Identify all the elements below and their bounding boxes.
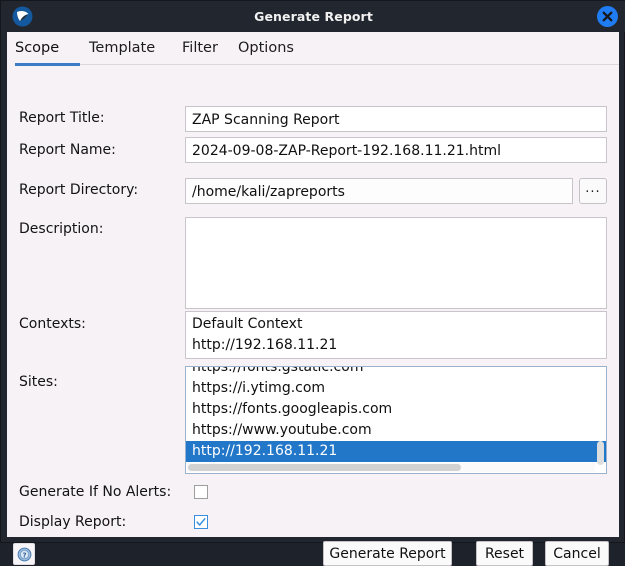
tab-template[interactable]: Template [89,32,155,63]
sites-vertical-scrollbar[interactable] [597,441,604,465]
contexts-list[interactable]: Default Context http://192.168.11.21 [185,311,607,359]
sites-list[interactable]: https://fonts.gstatic.com https://i.ytim… [185,366,607,474]
description-label: Description: [19,221,104,237]
title-bar: Generate Report [1,1,625,32]
list-item[interactable]: https://fonts.gstatic.com [186,367,606,378]
report-directory-input[interactable]: /home/kali/zapreports [185,178,573,204]
svg-text:?: ? [22,551,26,559]
report-name-label: Report Name: [19,142,116,158]
generate-if-no-alerts-label: Generate If No Alerts: [19,484,172,500]
window-title: Generate Report [254,9,373,24]
help-icon[interactable]: ? [13,543,35,565]
report-title-input[interactable]: ZAP Scanning Report [185,106,607,132]
description-value [186,218,606,221]
list-item-selected[interactable]: http://192.168.11.21 [186,441,606,462]
display-report-checkbox[interactable] [194,515,208,529]
description-textarea[interactable] [185,217,607,309]
generate-if-no-alerts-checkbox[interactable] [194,485,208,499]
tab-filter[interactable]: Filter [182,32,218,63]
generate-report-dialog: Generate Report Scope Template Filter Op… [0,0,625,566]
list-item[interactable]: https://www.youtube.com [186,420,606,441]
report-directory-label: Report Directory: [19,182,139,198]
reset-button[interactable]: Reset [476,541,533,566]
contexts-item[interactable]: Default Context [186,312,606,335]
sites-list-scroller: https://fonts.gstatic.com https://i.ytim… [186,367,606,462]
cancel-button[interactable]: Cancel [545,541,609,566]
contexts-item[interactable]: http://192.168.11.21 [186,335,606,356]
tab-bar-divider [80,64,619,65]
sites-list-viewport: https://fonts.gstatic.com https://i.ytim… [186,367,606,465]
display-report-label: Display Report: [19,514,127,530]
contexts-label: Contexts: [19,316,86,332]
active-tab-indicator [15,63,80,66]
list-item[interactable]: https://i.ytimg.com [186,378,606,399]
sites-horizontal-scrollbar[interactable] [188,464,461,471]
close-icon[interactable] [597,6,618,27]
report-name-input[interactable]: 2024-09-08-ZAP-Report-192.168.11.21.html [185,137,607,163]
browse-directory-button[interactable]: ... [579,178,607,204]
sites-label: Sites: [19,374,58,390]
tab-scope[interactable]: Scope [15,32,59,63]
generate-report-button[interactable]: Generate Report [323,541,452,566]
tab-bar: Scope Template Filter Options [7,32,619,66]
tab-options[interactable]: Options [238,32,294,63]
list-item[interactable]: https://fonts.googleapis.com [186,399,606,420]
dialog-body: Scope Template Filter Options Report Tit… [7,32,619,566]
report-title-label: Report Title: [19,110,105,126]
